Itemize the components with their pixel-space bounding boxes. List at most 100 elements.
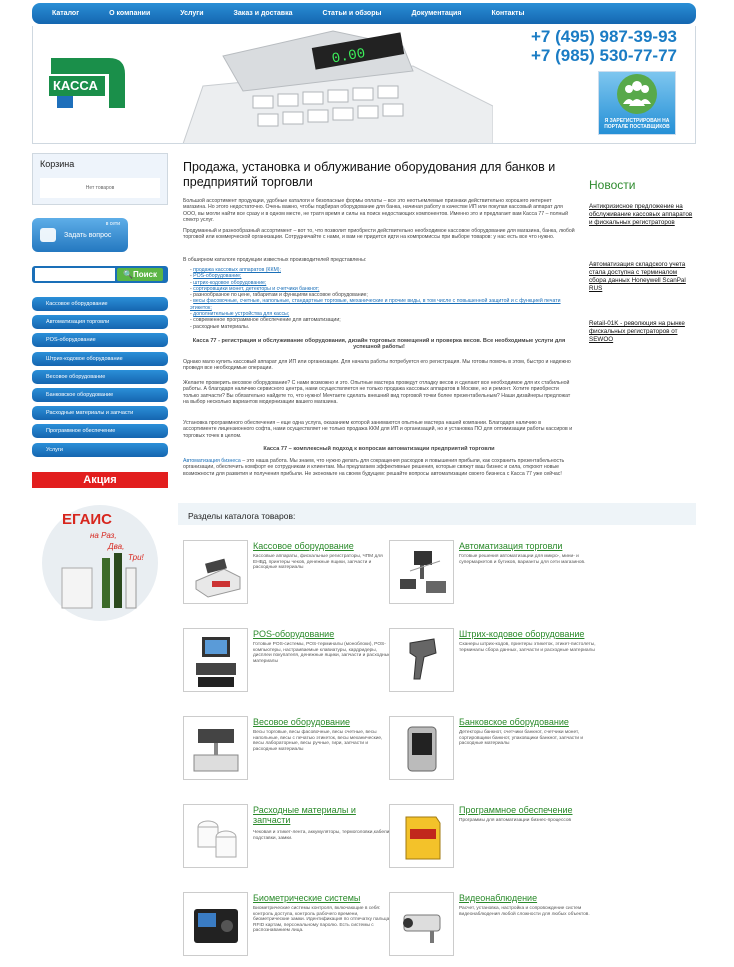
cash-register-icon: [183, 540, 248, 604]
news-title: Новости: [589, 178, 636, 192]
catalog-item-title[interactable]: Банковское оборудование: [459, 717, 599, 727]
catalog-item-desc: Расчет, установка, настройка и сопровожд…: [459, 906, 590, 917]
catalog-item-desc: Сканеры штрих-кодов, принтеры этикеток, …: [459, 642, 596, 653]
catalog-item-desc: Чековая и этикет-лента, аккумуляторы, те…: [253, 830, 391, 841]
nav-item-delivery[interactable]: Заказ и доставка: [234, 10, 293, 17]
intro-paragraph: Большой ассортимент продукции, удобные к…: [183, 198, 569, 224]
automation-link[interactable]: Автоматизация бизнеса: [183, 458, 241, 464]
svg-text:КАССА: КАССА: [53, 78, 98, 93]
sidebar-item-scales[interactable]: Весовое оборудование: [32, 369, 168, 384]
search-icon: 🔍: [123, 270, 133, 279]
catalog-item-scales[interactable]: Весовое оборудование Весы торговые, весы…: [183, 716, 398, 780]
supplier-portal-badge[interactable]: Я ЗАРЕГИСТРИРОВАН НА ПОРТАЛЕ ПОСТАВЩИКОВ: [598, 71, 676, 135]
catalog-intro: В обширном каталоге продукции известных …: [183, 257, 367, 263]
catalog-item-desc: Детекторы банкнот, счетчики банкнот, сче…: [459, 730, 584, 747]
catalog-item-title[interactable]: Программное обеспечение: [459, 805, 599, 815]
catalog-item-desc: Кассовые аппараты, фискальные регистрато…: [253, 554, 383, 571]
chat-icon: [40, 228, 56, 242]
svg-text:Два,: Два,: [107, 542, 124, 551]
catalog-item-biometric[interactable]: Биометрические системы Биометрические си…: [183, 892, 398, 956]
online-status: в сети: [105, 221, 120, 227]
nav-item-catalog[interactable]: Каталог: [52, 10, 79, 17]
catalog-list: - продажа кассовых аппаратов (ККМ); - PO…: [190, 267, 570, 330]
ask-question-button[interactable]: в сети Задать вопрос: [32, 218, 128, 252]
svg-text:Три!: Три!: [128, 553, 145, 562]
catalog-item-title[interactable]: Видеонаблюдение: [459, 893, 599, 903]
paper-rolls-icon: [183, 804, 248, 868]
pos-system-icon: [389, 540, 454, 604]
catalog-item-kassovoe[interactable]: Кассовое оборудование Кассовые аппараты,…: [183, 540, 398, 604]
nav-item-contacts[interactable]: Контакты: [491, 10, 524, 17]
pos-terminal-icon: [183, 628, 248, 692]
sidebar-item-consumables[interactable]: Расходные материалы и запчасти: [32, 406, 168, 421]
sidebar-menu: Кассовое оборудование Автоматизация торг…: [32, 297, 168, 461]
ask-question-label: Задать вопрос: [64, 232, 112, 239]
catalog-item-pos[interactable]: POS-оборудование Готовые POS-системы, PO…: [183, 628, 398, 692]
news-item-2[interactable]: Автоматизация складского учета стала дос…: [589, 261, 694, 293]
catalog-item-barcode[interactable]: Штрих-кодовое оборудование Сканеры штрих…: [389, 628, 604, 692]
catalog-item-title[interactable]: Кассовое оборудование: [253, 541, 393, 551]
cash-register-image: 0.00: [182, 30, 493, 143]
nav-item-services[interactable]: Услуги: [180, 10, 203, 17]
page-title: Продажа, установка и облуживание оборудо…: [183, 160, 556, 189]
banknote-detector-icon: [389, 716, 454, 780]
assortment-paragraph: Продуманный и разнообразный ассортимент …: [183, 228, 575, 241]
nav-item-articles[interactable]: Статьи и обзоры: [323, 10, 382, 17]
barcode-scanner-icon: [389, 628, 454, 692]
cctv-camera-icon: [389, 892, 454, 956]
phone-2: +7 (985) 530-77-77: [530, 46, 677, 65]
catalog-item-title[interactable]: Штрих-кодовое оборудование: [459, 629, 599, 639]
search-form: 🔍Поиск: [32, 266, 168, 283]
sidebar-item-services[interactable]: Услуги: [32, 442, 168, 457]
people-icon: [617, 74, 657, 114]
cart-widget: Корзина Нет товаров: [32, 153, 168, 205]
scales-icon: [183, 716, 248, 780]
sidebar-item-kassovoe[interactable]: Кассовое оборудование: [32, 297, 168, 311]
nav-item-docs[interactable]: Документация: [411, 10, 461, 17]
catalog-section-title: Разделы каталога товаров:: [178, 503, 696, 525]
badge-text: Я ЗАРЕГИСТРИРОВАН НА ПОРТАЛЕ ПОСТАВЩИКОВ: [604, 118, 670, 130]
catalog-item-title[interactable]: POS-оборудование: [253, 629, 393, 639]
catalog-item-automation[interactable]: Автоматизация торговли Готовые решения а…: [389, 540, 604, 604]
software-box-icon: [389, 804, 454, 868]
catalog-item-bank[interactable]: Банковское оборудование Детекторы банкно…: [389, 716, 604, 780]
news-item-1[interactable]: Антикризисное предложение на обслуживани…: [589, 203, 694, 227]
sidebar-item-software[interactable]: Программное обеспечение: [32, 424, 168, 439]
software-paragraph: Установка программного обеспечения – еще…: [183, 420, 573, 439]
svg-text:ЕГАИС: ЕГАИС: [62, 511, 112, 528]
list-item[interactable]: - весы фасовочные, счетные, напольные, с…: [190, 298, 570, 311]
catalog-item-consumables[interactable]: Расходные материалы и запчасти Чековая и…: [183, 804, 398, 868]
promo-button[interactable]: Акция: [32, 472, 168, 488]
catalog-item-title[interactable]: Весовое оборудование: [253, 717, 393, 727]
list-item: - расходные материалы.: [190, 323, 250, 330]
sidebar-item-automation[interactable]: Автоматизация торговли: [32, 315, 168, 330]
biometric-terminal-icon: [183, 892, 248, 956]
kassa-logo[interactable]: КАССА: [47, 52, 129, 110]
egais-banner[interactable]: ЕГАИС на Раз, Два, Три!: [32, 498, 168, 628]
nav-item-about[interactable]: О компании: [109, 10, 150, 17]
phone-1: +7 (495) 987-39-93: [530, 27, 677, 46]
sidebar-item-pos[interactable]: POS-оборудование: [32, 333, 168, 348]
catalog-item-desc: Биометрические системы контроля, включаю…: [253, 906, 391, 934]
catalog-item-desc: Программы для автоматизации бизнес-проце…: [459, 818, 572, 823]
header-banner: КАССА 0.00 +7 (495) 987-39-93 +7 (985) 5…: [32, 26, 696, 144]
catalog-item-desc: Готовые POS-системы, POS-терминалы (моно…: [253, 642, 391, 664]
cart-empty-text: Нет товаров: [40, 178, 160, 198]
search-button[interactable]: 🔍Поиск: [117, 268, 163, 281]
scales-paragraph: Желаете проверить весовое оборудование? …: [183, 380, 571, 406]
catalog-item-desc: Готовые решения автоматизации для микро-…: [459, 554, 586, 565]
sidebar-item-barcode[interactable]: Штрих-кодовое оборудование: [32, 351, 168, 366]
catalog-item-video[interactable]: Видеонаблюдение Расчет, установка, настр…: [389, 892, 604, 956]
search-button-label: Поиск: [132, 270, 157, 279]
catalog-item-title[interactable]: Автоматизация торговли: [459, 541, 599, 551]
top-nav: Каталог О компании Услуги Заказ и достав…: [32, 3, 696, 24]
catalog-item-desc: Весы торговые, весы фасовочные, весы сче…: [253, 730, 383, 752]
catalog-item-title[interactable]: Расходные материалы и запчасти: [253, 805, 393, 825]
complex-heading: Касса 77 – комплексный подход к вопросам…: [263, 446, 495, 452]
catalog-item-title[interactable]: Биометрические системы: [253, 893, 393, 903]
search-input[interactable]: [35, 268, 115, 281]
registration-paragraph: Однако мало купить кассовый аппарат для …: [183, 359, 571, 372]
news-item-3[interactable]: Retail-01K - революция на рынке фискальн…: [589, 320, 694, 344]
catalog-item-software[interactable]: Программное обеспечение Программы для ав…: [389, 804, 604, 868]
sidebar-item-bank[interactable]: Банковское оборудование: [32, 387, 168, 402]
